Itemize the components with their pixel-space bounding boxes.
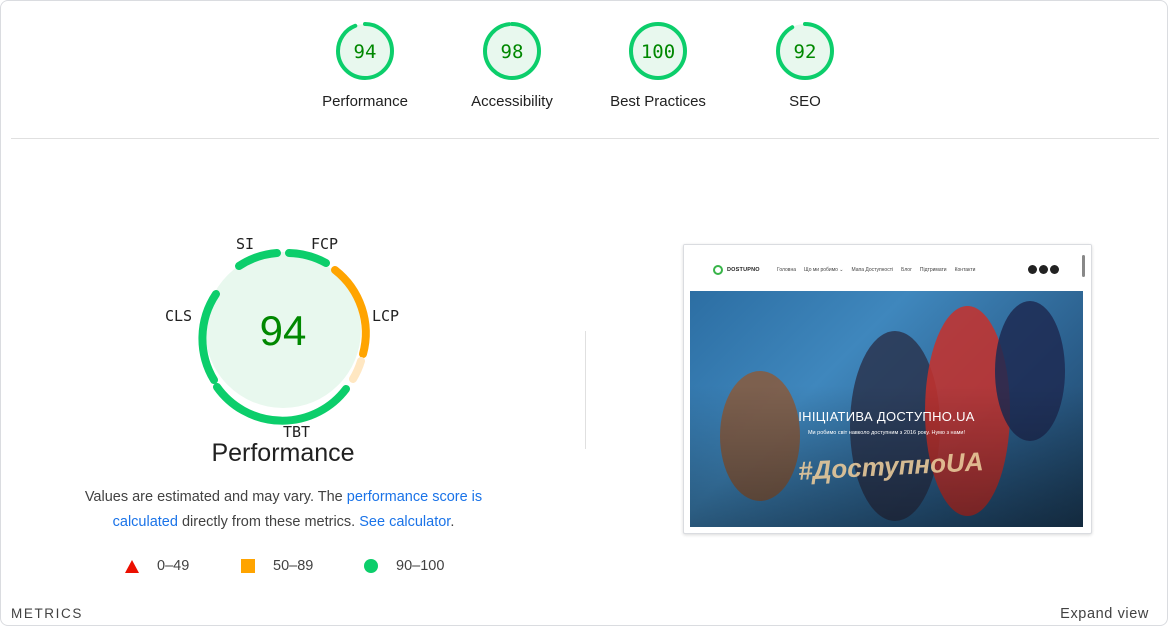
site-nav-item: Мапа Доступності <box>851 267 894 273</box>
gauge-label: Performance <box>322 93 408 110</box>
gauge-ring: 100 <box>629 22 687 80</box>
hero-title: ІНІЦІАТИВА ДОСТУПНО.UA <box>798 409 975 424</box>
site-nav-item: Контакти <box>954 267 976 273</box>
score-disclaimer: Values are estimated and may vary. The p… <box>61 485 506 535</box>
gauge-performance[interactable]: 94 Performance <box>292 21 438 110</box>
site-nav-item: Що ми робимо ⌄ <box>804 267 844 273</box>
site-nav-item: Підтримати <box>919 267 947 273</box>
legend-label: 0–49 <box>157 558 190 574</box>
metric-label-si[interactable]: SI <box>236 235 254 253</box>
final-screenshot[interactable]: DOSTUPNO Головна Що ми робимо ⌄ Мапа Дос… <box>683 244 1092 534</box>
gauge-label: Best Practices <box>610 93 706 110</box>
gauge-seo[interactable]: 92 SEO <box>732 21 878 110</box>
gauge-ring: 98 <box>483 22 541 80</box>
lighthouse-report: 94 Performance 98 Accessibility 100 Best… <box>0 0 1168 626</box>
disclaimer-text: directly from these metrics. <box>177 514 360 530</box>
hero-image: ІНІЦІАТИВА ДОСТУПНО.UA Ми робимо світ на… <box>690 291 1083 527</box>
hero-subtitle: Ми робимо світ навколо доступним з 2016 … <box>807 430 966 436</box>
score-gauges: 94 Performance 98 Accessibility 100 Best… <box>1 21 1167 131</box>
metrics-heading: METRICS <box>11 606 83 621</box>
gauge-ring: 94 <box>336 22 394 80</box>
youtube-icon <box>1039 265 1048 274</box>
legend-label: 50–89 <box>273 558 314 574</box>
logo-ring-icon <box>713 265 723 275</box>
circle-icon <box>364 559 378 573</box>
site-nav-item: Головна <box>777 267 796 273</box>
legend-average: 50–89 <box>241 558 313 574</box>
legend-label: 90–100 <box>396 558 445 574</box>
site-logo-text: DOSTUPNO <box>727 267 760 273</box>
social-icons <box>1028 265 1059 274</box>
metric-label-fcp[interactable]: FCP <box>311 235 338 253</box>
performance-title: Performance <box>211 439 355 467</box>
scrollbar <box>1082 255 1085 277</box>
site-nav: Головна Що ми робимо ⌄ Мапа Доступності … <box>777 267 975 273</box>
triangle-icon <box>125 559 139 573</box>
metric-label-cls[interactable]: CLS <box>165 307 192 325</box>
gauge-label: Accessibility <box>471 93 553 110</box>
metric-label-lcp[interactable]: LCP <box>372 307 399 325</box>
legend-fail: 0–49 <box>125 558 189 574</box>
gauge-best-practices[interactable]: 100 Best Practices <box>585 21 731 110</box>
see-calculator-link[interactable]: See calculator <box>359 514 450 530</box>
gauge-score: 94 <box>354 41 377 63</box>
gauge-ring: 92 <box>776 22 834 80</box>
divider <box>11 138 1159 139</box>
performance-metric-gauge: 94 SI FCP LCP TBT CLS <box>156 226 416 446</box>
instagram-icon <box>1050 265 1059 274</box>
gauge-score: 98 <box>501 41 524 63</box>
site-logo: DOSTUPNO <box>713 265 760 275</box>
facebook-icon <box>1028 265 1037 274</box>
disclaimer-text: . <box>450 514 455 530</box>
site-header: DOSTUPNO Головна Що ми робимо ⌄ Мапа Дос… <box>684 245 1091 291</box>
score-legend: 0–49 50–89 90–100 <box>121 558 521 578</box>
arc-lcp-remaining <box>349 357 365 383</box>
expand-view-button[interactable]: Expand view <box>1060 606 1149 622</box>
disclaimer-text: Values are estimated and may vary. The <box>84 489 347 505</box>
performance-gauge-ring: 94 <box>198 249 370 425</box>
gauge-score: 100 <box>641 41 675 63</box>
gauge-accessibility[interactable]: 98 Accessibility <box>439 21 585 110</box>
vertical-divider <box>585 331 586 449</box>
performance-score: 94 <box>260 307 307 354</box>
site-nav-item: Блог <box>901 267 912 273</box>
legend-pass: 90–100 <box>364 558 444 574</box>
square-icon <box>241 559 255 573</box>
gauge-score: 92 <box>794 41 817 63</box>
gauge-label: SEO <box>789 93 821 110</box>
